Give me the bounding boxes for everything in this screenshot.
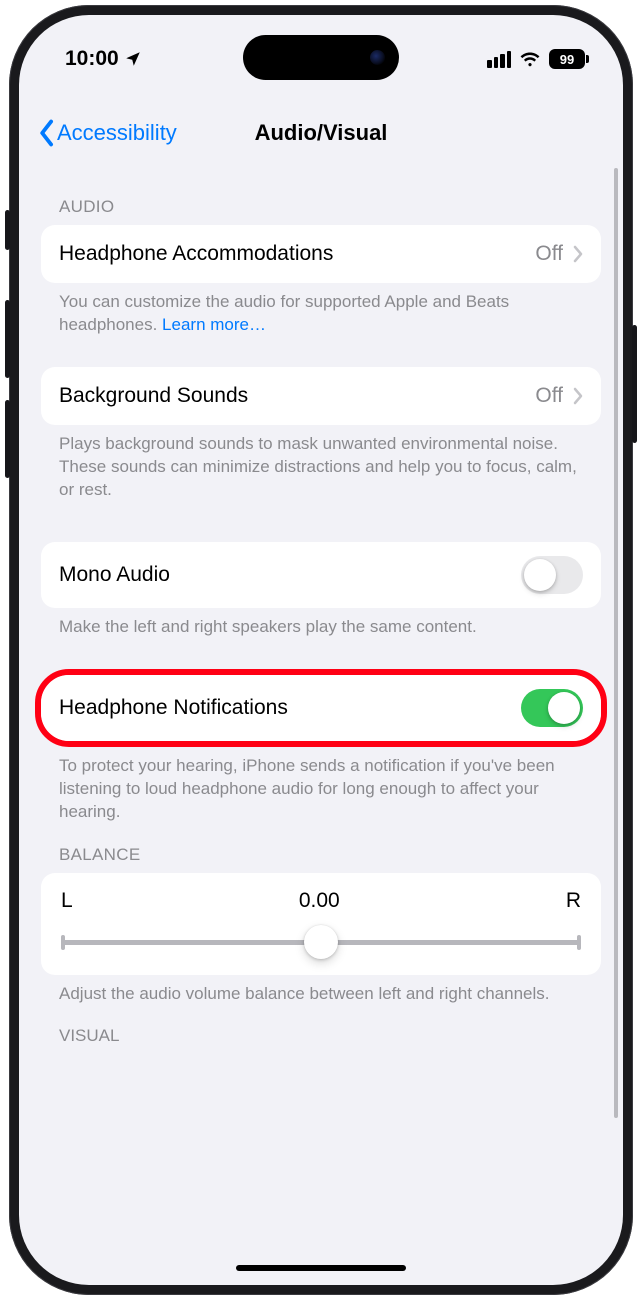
section-header-visual: VISUAL xyxy=(41,1006,601,1046)
section-header-audio: AUDIO xyxy=(41,187,601,225)
chevron-right-icon xyxy=(573,245,583,263)
footer-mono-audio: Make the left and right speakers play th… xyxy=(41,608,601,639)
footer-headphone-accommodations: You can customize the audio for supporte… xyxy=(41,283,601,337)
highlight-annotation: Headphone Notifications xyxy=(35,669,607,747)
row-label: Headphone Notifications xyxy=(59,696,288,720)
home-indicator[interactable] xyxy=(236,1265,406,1271)
footer-headphone-notifications: To protect your hearing, iPhone sends a … xyxy=(41,747,601,824)
row-value: Off xyxy=(535,242,563,266)
screen: 10:00 99 Accessibility xyxy=(19,15,623,1285)
iphone-device-frame: 10:00 99 Accessibility xyxy=(9,5,633,1295)
balance-left-label: L xyxy=(61,889,73,913)
row-label: Headphone Accommodations xyxy=(59,242,333,266)
row-headphone-notifications: Headphone Notifications xyxy=(41,675,601,741)
cellular-icon xyxy=(487,51,511,68)
battery-level: 99 xyxy=(560,52,574,67)
balance-value: 0.00 xyxy=(299,889,340,913)
side-button-silent xyxy=(5,210,10,250)
wifi-icon xyxy=(519,48,541,70)
dynamic-island xyxy=(243,35,399,80)
row-label: Mono Audio xyxy=(59,563,170,587)
scroll-indicator[interactable] xyxy=(614,168,618,1118)
location-icon xyxy=(124,50,142,68)
status-time: 10:00 xyxy=(65,47,119,71)
mono-audio-toggle[interactable] xyxy=(521,556,583,594)
learn-more-link[interactable]: Learn more… xyxy=(162,315,266,334)
toggle-knob xyxy=(524,559,556,591)
content-scroll-area[interactable]: AUDIO Headphone Accommodations Off You c… xyxy=(19,165,623,1271)
row-background-sounds[interactable]: Background Sounds Off xyxy=(41,367,601,425)
side-button-volume-up xyxy=(5,300,10,378)
navigation-bar: Accessibility Audio/Visual xyxy=(19,107,623,159)
row-mono-audio: Mono Audio xyxy=(41,542,601,608)
battery-indicator: 99 xyxy=(549,49,585,69)
toggle-knob xyxy=(548,692,580,724)
balance-slider[interactable] xyxy=(61,927,581,957)
side-button-volume-down xyxy=(5,400,10,478)
row-balance-slider: L 0.00 R xyxy=(41,873,601,975)
row-value: Off xyxy=(535,384,563,408)
headphone-notifications-toggle[interactable] xyxy=(521,689,583,727)
row-headphone-accommodations[interactable]: Headphone Accommodations Off xyxy=(41,225,601,283)
front-camera xyxy=(370,50,385,65)
footer-balance: Adjust the audio volume balance between … xyxy=(41,975,601,1006)
slider-knob[interactable] xyxy=(304,925,338,959)
balance-right-label: R xyxy=(566,889,581,913)
section-header-balance: BALANCE xyxy=(41,823,601,873)
chevron-right-icon xyxy=(573,387,583,405)
back-button[interactable]: Accessibility xyxy=(37,119,177,147)
back-button-label: Accessibility xyxy=(57,120,177,146)
side-button-power xyxy=(632,325,637,443)
page-title: Audio/Visual xyxy=(255,120,388,146)
footer-background-sounds: Plays background sounds to mask unwanted… xyxy=(41,425,601,502)
row-label: Background Sounds xyxy=(59,384,248,408)
